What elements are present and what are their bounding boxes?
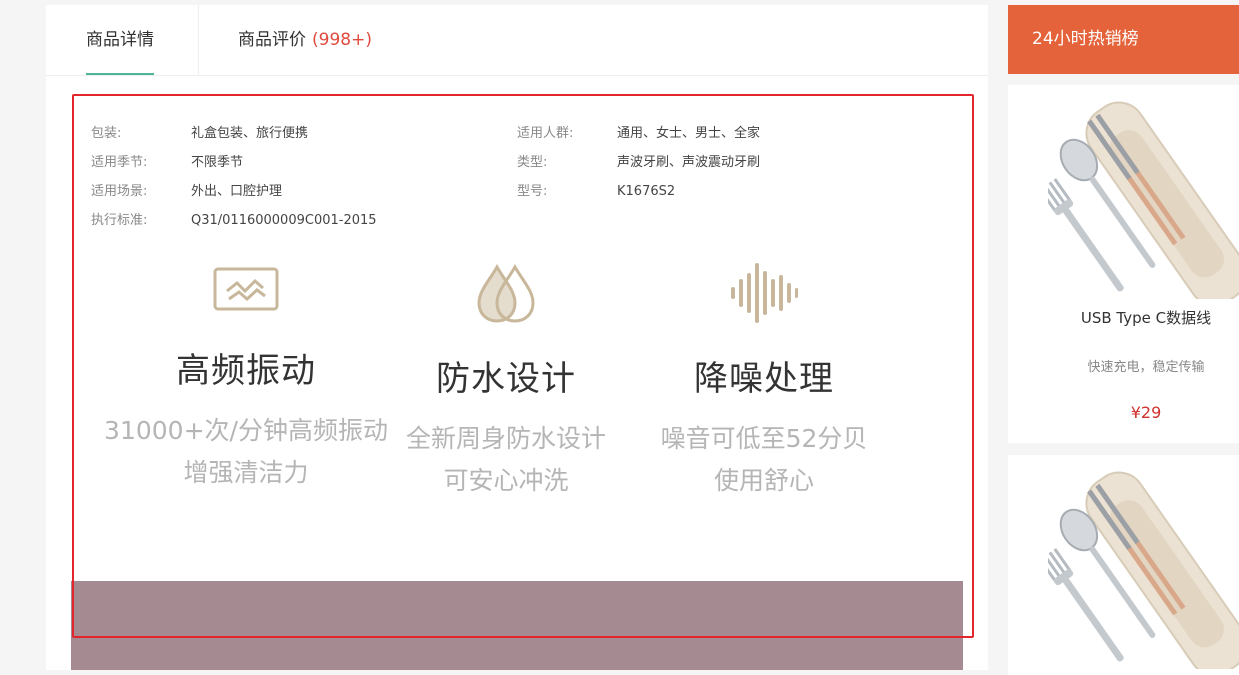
product-banner-image: [71, 581, 963, 670]
tab-divider: [198, 5, 199, 75]
product-detail-panel: 商品详情 商品评价 (998+) 包装: 礼盒包装、旅行便携 适用季节: 不限季节…: [46, 5, 988, 670]
spec-label: 适用场景:: [91, 184, 148, 199]
product-card[interactable]: USB Type C数据线 快速充电，稳定传输 ¥29: [1008, 85, 1239, 443]
feature-desc-line: 全新周身防水设计: [405, 424, 606, 453]
product-card[interactable]: [1008, 455, 1239, 675]
detail-content: 包装: 礼盒包装、旅行便携 适用季节: 不限季节 适用场景: 外出、口腔护理 执…: [71, 101, 963, 670]
spec-value: Q31/0116000009C001-2015: [191, 213, 377, 228]
spec-value: 礼盒包装、旅行便携: [191, 126, 309, 141]
feature-desc-line: 31000+次/分钟高频振动: [104, 416, 388, 445]
vibration-icon: [213, 267, 279, 311]
product-desc: 快速充电，稳定传输: [1087, 360, 1205, 375]
reviews-count: (998+): [312, 30, 372, 50]
spec-label: 型号:: [517, 184, 548, 199]
spec-value: 不限季节: [191, 155, 244, 170]
feature-title: 降噪处理: [694, 359, 834, 399]
spec-value: K1676S2: [617, 184, 676, 199]
spec-label: 包装:: [91, 126, 122, 141]
tab-bar: 商品详情 商品评价 (998+): [46, 5, 988, 76]
cutlery-set-image: [1048, 471, 1239, 669]
feature-desc-line: 使用舒心: [713, 466, 814, 495]
feature-noise-reduction: 降噪处理 噪音可低至52分贝 使用舒心: [614, 261, 914, 502]
hot-sales-sidebar: 24小时热销榜 USB Type C数据线 快速充电，稳定传输 ¥29: [1008, 5, 1239, 675]
tab-reviews[interactable]: 商品评价 (998+): [238, 5, 372, 75]
spec-value: 通用、女士、男士、全家: [617, 126, 761, 141]
feature-desc-line: 可安心冲洗: [443, 466, 569, 495]
spec-label: 适用人群:: [517, 126, 574, 141]
tab-reviews-label: 商品评价: [238, 30, 306, 50]
spec-label: 类型:: [517, 155, 548, 170]
feature-desc-line: 增强清洁力: [183, 458, 309, 487]
feature-desc-line: 噪音可低至52分贝: [660, 424, 868, 453]
feature-waterproof: 防水设计 全新周身防水设计 可安心冲洗: [356, 261, 656, 502]
product-name[interactable]: USB Type C数据线: [1008, 307, 1239, 328]
spec-value: 外出、口腔护理: [191, 184, 283, 199]
product-price: ¥29: [1130, 403, 1162, 422]
feature-vibration: 高频振动 31000+次/分钟高频振动 增强清洁力: [96, 261, 396, 494]
spec-label: 执行标准:: [91, 213, 148, 228]
feature-title: 防水设计: [436, 359, 576, 399]
feature-desc: 31000+次/分钟高频振动 增强清洁力: [96, 410, 396, 494]
water-drops-icon: [477, 263, 535, 323]
spec-label: 适用季节:: [91, 155, 148, 170]
feature-desc: 全新周身防水设计 可安心冲洗: [356, 418, 656, 502]
tab-details-label: 商品详情: [86, 30, 154, 50]
sidebar-title: 24小时热销榜: [1008, 5, 1239, 74]
tab-details[interactable]: 商品详情: [86, 5, 154, 75]
spec-table: 包装: 礼盒包装、旅行便携 适用季节: 不限季节 适用场景: 外出、口腔护理 执…: [71, 101, 963, 231]
cutlery-set-image: [1048, 101, 1239, 299]
feature-title: 高频振动: [176, 351, 316, 391]
feature-desc: 噪音可低至52分贝 使用舒心: [614, 418, 914, 502]
sound-wave-icon: [731, 263, 798, 323]
spec-value: 声波牙刷、声波震动牙刷: [617, 155, 761, 170]
